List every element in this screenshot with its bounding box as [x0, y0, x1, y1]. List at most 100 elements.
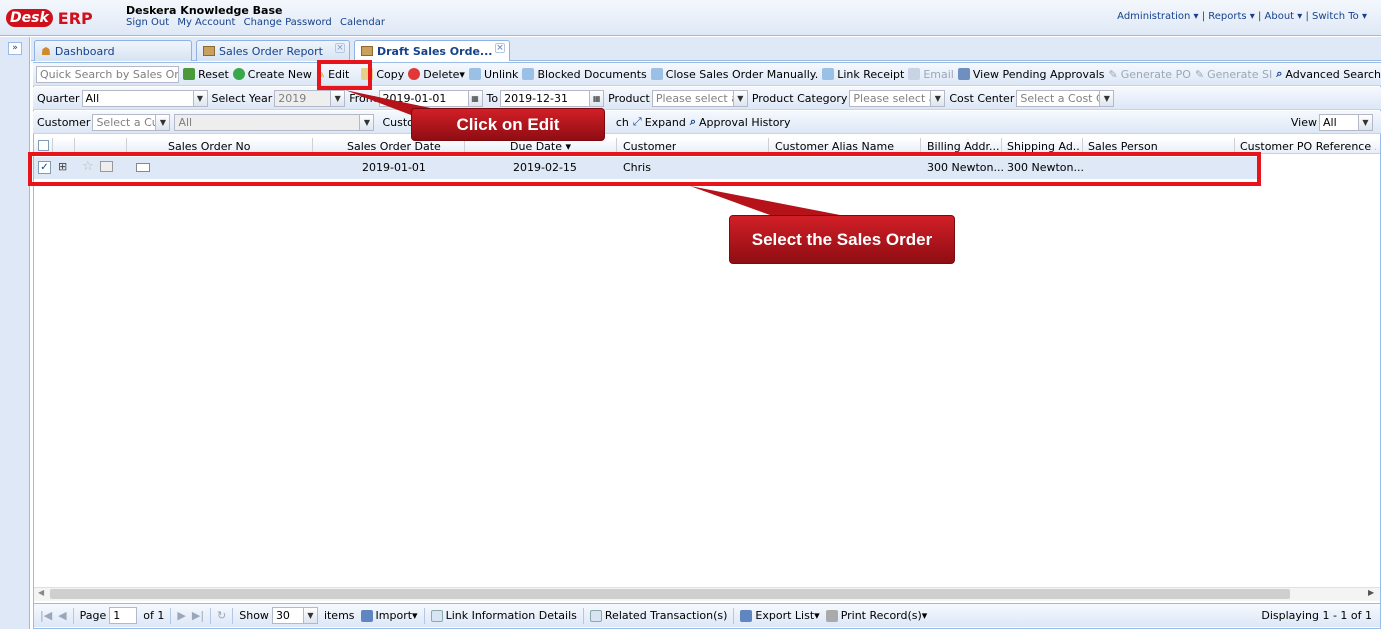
calendar-link[interactable]: Calendar [340, 17, 385, 28]
approval-icon [957, 68, 970, 80]
reset-icon [183, 68, 196, 80]
report-icon [203, 46, 215, 56]
product-category-label: Product Category [751, 91, 848, 105]
calendar-icon[interactable]: ▦ [590, 89, 605, 107]
tab-draft-sales-order[interactable]: Draft Sales Orde... × [354, 40, 510, 61]
from-label: From [349, 91, 377, 105]
cost-center-select[interactable]: Select a Cost C ▼ [1016, 89, 1115, 107]
dashboard-icon: ☗ [41, 44, 51, 58]
my-account-link[interactable]: My Account [177, 17, 235, 28]
last-page-icon[interactable]: ▶| [192, 609, 204, 622]
close-tab-icon[interactable]: × [335, 43, 345, 53]
pencil-icon: ✎ [1194, 67, 1205, 81]
quarter-select[interactable]: All ▼ [81, 89, 208, 107]
related-transactions-button[interactable]: Related Transaction(s) [589, 609, 727, 622]
chevron-down-icon[interactable]: ▼ [331, 89, 346, 107]
row-highlight-box [28, 152, 1261, 186]
page-label: Page [79, 609, 107, 622]
action-toolbar: Quick Search by Sales Order Reset Create… [33, 63, 1381, 86]
page-size-select[interactable]: 30 ▼ [271, 607, 318, 624]
email-icon [908, 68, 921, 80]
export-list-button[interactable]: Export List▾ [740, 609, 820, 622]
blocked-documents-button[interactable]: Blocked Documents [522, 68, 647, 81]
scrollbar-thumb[interactable] [50, 589, 1290, 599]
advanced-search-button[interactable]: ⌕ Advanced Search [1276, 67, 1381, 81]
refresh-icon[interactable]: ↻ [217, 609, 226, 622]
edit-highlight-box [317, 60, 372, 90]
product-select[interactable]: Please select a ▼ [651, 89, 748, 107]
document-icon [650, 68, 663, 80]
year-label: Select Year [211, 91, 273, 105]
left-collapsed-bar [0, 37, 30, 629]
to-date-field[interactable]: 2019-12-31 ▦ [500, 89, 605, 107]
year-select[interactable]: 2019 ▼ [274, 89, 346, 107]
link-information-button[interactable]: Link Information Details [430, 609, 577, 622]
scroll-right-icon[interactable]: ▶ [1368, 588, 1374, 597]
view-select[interactable]: All ▼ [1319, 113, 1373, 131]
product-category-select[interactable]: Please select a ▼ [849, 89, 946, 107]
edit-callout: Click on Edit [411, 108, 605, 141]
page-number-input[interactable]: 1 [109, 607, 138, 624]
close-manually-button[interactable]: Close Sales Order Manually. [650, 68, 818, 81]
scroll-left-icon[interactable]: ◀ [38, 588, 44, 597]
select-callout: Select the Sales Order [729, 215, 955, 264]
print-records-button[interactable]: Print Record(s)▾ [825, 609, 927, 622]
delete-icon [408, 68, 421, 80]
expand-button[interactable]: ⤢ Expand [633, 115, 686, 129]
customer-select[interactable]: Select a Cu ▼ [92, 113, 171, 131]
from-date-field[interactable]: 2019-01-01 ▦ [378, 89, 483, 107]
close-tab-icon[interactable]: × [495, 43, 505, 53]
details-icon [430, 609, 443, 622]
tab-dashboard[interactable]: ☗ Dashboard [34, 40, 192, 61]
expand-sidebar-button[interactable]: » [8, 42, 22, 55]
chevron-down-icon[interactable]: ▼ [193, 89, 208, 107]
pencil-icon: ✎ [1108, 67, 1118, 81]
view-pending-approvals-button[interactable]: View Pending Approvals [957, 68, 1104, 81]
next-page-icon[interactable]: ▶ [177, 609, 185, 622]
unlink-button[interactable]: Unlink [468, 68, 518, 81]
details-icon [589, 609, 602, 622]
chevron-down-icon[interactable]: ▼ [931, 89, 946, 107]
generate-si-button[interactable]: ✎ Generate SI [1195, 68, 1272, 81]
expand-icon: ⤢ [632, 115, 642, 128]
tab-sales-order-report[interactable]: Sales Order Report × [196, 40, 350, 61]
quick-search-input[interactable]: Quick Search by Sales Order [36, 65, 180, 83]
reset-button[interactable]: Reset [183, 68, 229, 81]
link-icon [822, 68, 835, 80]
document-icon [522, 68, 535, 80]
unlink-icon [468, 68, 481, 80]
show-label: Show [239, 609, 269, 622]
email-button[interactable]: Email [908, 68, 954, 81]
to-label: To [486, 91, 499, 105]
delete-button[interactable]: Delete▾ [408, 68, 465, 81]
cost-center-label: Cost Center [949, 91, 1015, 105]
select-all-checkbox[interactable] [38, 140, 49, 151]
import-button[interactable]: Import▾ [360, 609, 418, 622]
sign-out-link[interactable]: Sign Out [126, 17, 169, 28]
chevron-down-icon[interactable]: ▼ [1359, 113, 1373, 131]
page-count: of 1 [143, 609, 165, 622]
link-receipt-button[interactable]: Link Receipt [822, 68, 904, 81]
search-label: ch [615, 115, 629, 129]
search-icon: ⌕ [689, 115, 697, 128]
approval-history-button[interactable]: ⌕ Approval History [690, 115, 791, 129]
secondary-select[interactable]: All ▼ [174, 113, 375, 131]
prev-page-icon[interactable]: ◀ [58, 609, 66, 622]
generate-po-button[interactable]: ✎ Generate PO [1108, 68, 1190, 81]
search-icon: ⌕ [1276, 67, 1283, 80]
calendar-icon[interactable]: ▦ [468, 89, 483, 107]
chevron-down-icon[interactable]: ▼ [360, 113, 375, 131]
displaying-count: Displaying 1 - 1 of 1 [1261, 609, 1372, 622]
create-new-button[interactable]: Create New [232, 68, 312, 81]
customer-toolbar: Customer Select a Cu ▼ All ▼ Custo ch ⤢ Exp… [33, 111, 1381, 134]
change-password-link[interactable]: Change Password [244, 17, 332, 28]
chevron-down-icon[interactable]: ▼ [156, 113, 171, 131]
chevron-down-icon[interactable]: ▼ [733, 89, 748, 107]
view-label: View [1290, 115, 1317, 129]
chevron-down-icon[interactable]: ▼ [1100, 89, 1115, 107]
right-menu[interactable]: Administration ▾ | Reports ▾ | About ▾ |… [1117, 11, 1367, 22]
customer-label: Customer [37, 115, 91, 129]
first-page-icon[interactable]: |◀ [40, 609, 52, 622]
custom-label: Custo [382, 115, 414, 129]
chevron-down-icon[interactable]: ▼ [303, 607, 318, 624]
